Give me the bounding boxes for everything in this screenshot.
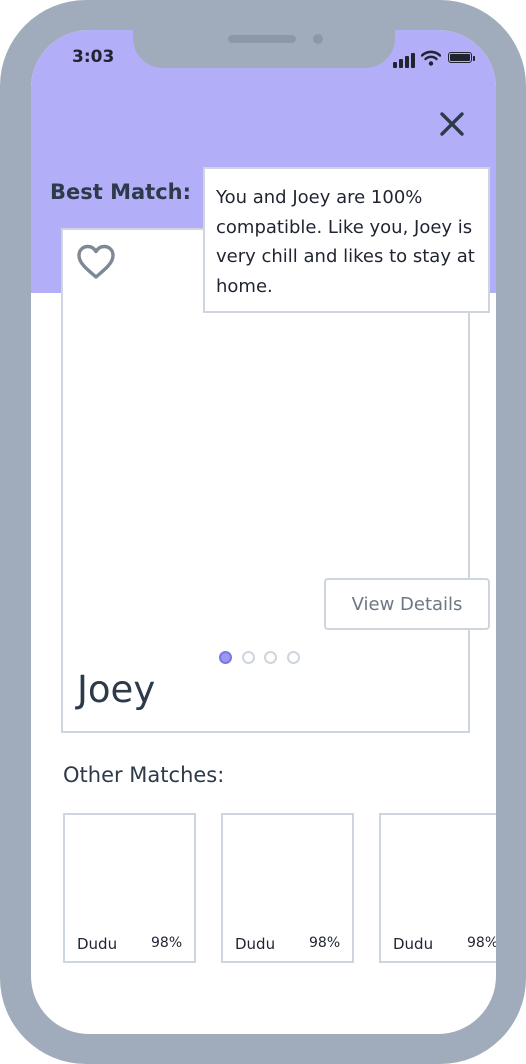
close-icon: [440, 112, 464, 136]
signal-bar: [405, 56, 409, 68]
signal-bar: [399, 59, 403, 68]
status-time: 3:03: [72, 47, 115, 67]
pagination-dot[interactable]: [264, 651, 277, 664]
pagination-dot[interactable]: [219, 651, 232, 664]
thumbnail-name: Dudu: [235, 935, 276, 953]
heart-icon: [77, 244, 115, 279]
status-icons: [393, 50, 479, 68]
view-details-button[interactable]: View Details: [324, 578, 490, 630]
pagination-dot[interactable]: [286, 651, 300, 664]
best-match-label: Best Match:: [50, 180, 192, 204]
battery-icon: [448, 52, 472, 63]
signal-bar: [411, 53, 415, 68]
pagination-dot[interactable]: [241, 651, 255, 664]
match-thumbnail-card[interactable]: Dudu 98%: [63, 813, 196, 963]
thumbnail-percent: 98%: [467, 935, 496, 951]
thumbnail-percent: 98%: [151, 935, 183, 951]
thumbnail-name: Dudu: [77, 935, 118, 953]
signal-bar: [393, 62, 397, 68]
match-thumbnail-card[interactable]: Dudu 98%: [221, 813, 354, 963]
close-button[interactable]: [438, 110, 466, 138]
wifi-icon: [421, 50, 441, 66]
other-matches-carousel[interactable]: Dudu 98% Dudu 98% Dudu 98%: [31, 800, 496, 980]
thumbnail-name: Dudu: [393, 935, 434, 953]
speaker-grille: [228, 35, 296, 43]
battery-level: [450, 54, 470, 61]
front-camera: [313, 34, 323, 44]
match-name: Joey: [77, 668, 156, 711]
match-thumbnail-card[interactable]: Dudu 98%: [379, 813, 496, 963]
other-matches-label: Other Matches:: [63, 763, 225, 787]
thumbnail-percent: 98%: [309, 935, 341, 951]
compatibility-tooltip: You and Joey are 100% compatible. Like y…: [203, 167, 490, 313]
favorite-button[interactable]: [76, 243, 116, 281]
battery-cap: [473, 56, 475, 61]
